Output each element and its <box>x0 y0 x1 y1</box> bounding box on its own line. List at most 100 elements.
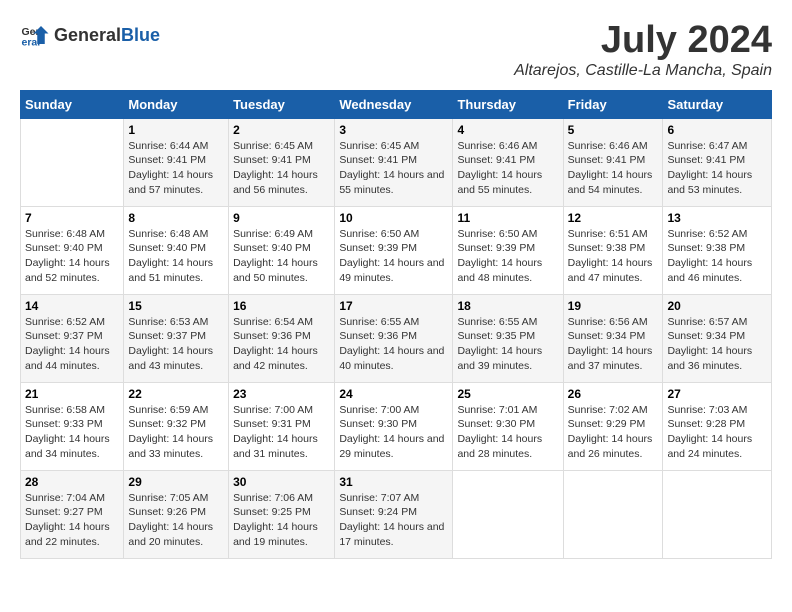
sunset-time: Sunset: 9:37 PM <box>128 330 206 342</box>
sunrise-time: Sunrise: 7:01 AM <box>457 404 537 416</box>
calendar-cell: 12 Sunrise: 6:51 AM Sunset: 9:38 PM Dayl… <box>563 206 663 294</box>
daylight-hours: Daylight: 14 hours and 55 minutes. <box>457 169 542 196</box>
daylight-hours: Daylight: 14 hours and 51 minutes. <box>128 257 213 284</box>
sunset-time: Sunset: 9:39 PM <box>339 242 417 254</box>
day-info: Sunrise: 7:04 AM Sunset: 9:27 PM Dayligh… <box>25 491 119 550</box>
calendar-week-row: 7 Sunrise: 6:48 AM Sunset: 9:40 PM Dayli… <box>21 206 772 294</box>
sunrise-time: Sunrise: 7:00 AM <box>233 404 313 416</box>
day-info: Sunrise: 6:46 AM Sunset: 9:41 PM Dayligh… <box>568 139 659 198</box>
day-number: 8 <box>128 211 224 225</box>
calendar-cell: 30 Sunrise: 7:06 AM Sunset: 9:25 PM Dayl… <box>229 470 335 558</box>
calendar-cell: 15 Sunrise: 6:53 AM Sunset: 9:37 PM Dayl… <box>124 294 229 382</box>
calendar-cell: 19 Sunrise: 6:56 AM Sunset: 9:34 PM Dayl… <box>563 294 663 382</box>
calendar-cell <box>21 118 124 206</box>
title-section: July 2024 Altarejos, Castille-La Mancha,… <box>514 20 772 80</box>
day-number: 24 <box>339 387 448 401</box>
day-info: Sunrise: 7:05 AM Sunset: 9:26 PM Dayligh… <box>128 491 224 550</box>
calendar-cell: 7 Sunrise: 6:48 AM Sunset: 9:40 PM Dayli… <box>21 206 124 294</box>
sunrise-time: Sunrise: 6:46 AM <box>457 140 537 152</box>
calendar-cell: 14 Sunrise: 6:52 AM Sunset: 9:37 PM Dayl… <box>21 294 124 382</box>
sunset-time: Sunset: 9:40 PM <box>128 242 206 254</box>
weekday-header-wednesday: Wednesday <box>335 90 453 118</box>
day-info: Sunrise: 6:54 AM Sunset: 9:36 PM Dayligh… <box>233 315 330 374</box>
daylight-hours: Daylight: 14 hours and 37 minutes. <box>568 345 653 372</box>
day-info: Sunrise: 6:51 AM Sunset: 9:38 PM Dayligh… <box>568 227 659 286</box>
daylight-hours: Daylight: 14 hours and 39 minutes. <box>457 345 542 372</box>
daylight-hours: Daylight: 14 hours and 54 minutes. <box>568 169 653 196</box>
logo-text-general: General <box>54 25 121 46</box>
weekday-header-sunday: Sunday <box>21 90 124 118</box>
daylight-hours: Daylight: 14 hours and 31 minutes. <box>233 433 318 460</box>
day-number: 15 <box>128 299 224 313</box>
sunrise-time: Sunrise: 6:50 AM <box>457 228 537 240</box>
day-info: Sunrise: 6:47 AM Sunset: 9:41 PM Dayligh… <box>667 139 767 198</box>
day-number: 4 <box>457 123 558 137</box>
day-number: 1 <box>128 123 224 137</box>
daylight-hours: Daylight: 14 hours and 19 minutes. <box>233 521 318 548</box>
sunset-time: Sunset: 9:29 PM <box>568 418 646 430</box>
day-number: 6 <box>667 123 767 137</box>
day-info: Sunrise: 6:48 AM Sunset: 9:40 PM Dayligh… <box>128 227 224 286</box>
sunset-time: Sunset: 9:36 PM <box>233 330 311 342</box>
logo: Gen eral GeneralBlue <box>20 20 160 50</box>
sunset-time: Sunset: 9:30 PM <box>339 418 417 430</box>
daylight-hours: Daylight: 14 hours and 22 minutes. <box>25 521 110 548</box>
day-info: Sunrise: 7:03 AM Sunset: 9:28 PM Dayligh… <box>667 403 767 462</box>
day-number: 16 <box>233 299 330 313</box>
day-info: Sunrise: 6:57 AM Sunset: 9:34 PM Dayligh… <box>667 315 767 374</box>
daylight-hours: Daylight: 14 hours and 55 minutes. <box>339 169 444 196</box>
day-info: Sunrise: 6:49 AM Sunset: 9:40 PM Dayligh… <box>233 227 330 286</box>
day-number: 14 <box>25 299 119 313</box>
daylight-hours: Daylight: 14 hours and 50 minutes. <box>233 257 318 284</box>
calendar-cell: 11 Sunrise: 6:50 AM Sunset: 9:39 PM Dayl… <box>453 206 563 294</box>
sunset-time: Sunset: 9:31 PM <box>233 418 311 430</box>
sunrise-time: Sunrise: 6:55 AM <box>339 316 419 328</box>
daylight-hours: Daylight: 14 hours and 36 minutes. <box>667 345 752 372</box>
day-info: Sunrise: 7:00 AM Sunset: 9:31 PM Dayligh… <box>233 403 330 462</box>
sunset-time: Sunset: 9:32 PM <box>128 418 206 430</box>
daylight-hours: Daylight: 14 hours and 34 minutes. <box>25 433 110 460</box>
daylight-hours: Daylight: 14 hours and 29 minutes. <box>339 433 444 460</box>
sunrise-time: Sunrise: 7:00 AM <box>339 404 419 416</box>
logo-text-blue: Blue <box>121 25 160 46</box>
calendar-cell: 31 Sunrise: 7:07 AM Sunset: 9:24 PM Dayl… <box>335 470 453 558</box>
sunset-time: Sunset: 9:24 PM <box>339 506 417 518</box>
weekday-header-monday: Monday <box>124 90 229 118</box>
calendar-cell: 1 Sunrise: 6:44 AM Sunset: 9:41 PM Dayli… <box>124 118 229 206</box>
day-number: 29 <box>128 475 224 489</box>
sunset-time: Sunset: 9:33 PM <box>25 418 103 430</box>
sunset-time: Sunset: 9:41 PM <box>457 154 535 166</box>
day-number: 18 <box>457 299 558 313</box>
day-number: 5 <box>568 123 659 137</box>
day-info: Sunrise: 7:02 AM Sunset: 9:29 PM Dayligh… <box>568 403 659 462</box>
day-info: Sunrise: 6:44 AM Sunset: 9:41 PM Dayligh… <box>128 139 224 198</box>
sunrise-time: Sunrise: 6:45 AM <box>233 140 313 152</box>
calendar-cell: 28 Sunrise: 7:04 AM Sunset: 9:27 PM Dayl… <box>21 470 124 558</box>
sunrise-time: Sunrise: 6:46 AM <box>568 140 648 152</box>
daylight-hours: Daylight: 14 hours and 52 minutes. <box>25 257 110 284</box>
day-number: 21 <box>25 387 119 401</box>
day-info: Sunrise: 6:46 AM Sunset: 9:41 PM Dayligh… <box>457 139 558 198</box>
weekday-header-friday: Friday <box>563 90 663 118</box>
day-number: 25 <box>457 387 558 401</box>
calendar-week-row: 21 Sunrise: 6:58 AM Sunset: 9:33 PM Dayl… <box>21 382 772 470</box>
calendar-cell: 18 Sunrise: 6:55 AM Sunset: 9:35 PM Dayl… <box>453 294 563 382</box>
calendar-cell: 6 Sunrise: 6:47 AM Sunset: 9:41 PM Dayli… <box>663 118 772 206</box>
calendar-cell: 21 Sunrise: 6:58 AM Sunset: 9:33 PM Dayl… <box>21 382 124 470</box>
sunrise-time: Sunrise: 6:50 AM <box>339 228 419 240</box>
day-number: 30 <box>233 475 330 489</box>
day-number: 22 <box>128 387 224 401</box>
sunset-time: Sunset: 9:41 PM <box>233 154 311 166</box>
day-info: Sunrise: 6:55 AM Sunset: 9:35 PM Dayligh… <box>457 315 558 374</box>
day-info: Sunrise: 7:06 AM Sunset: 9:25 PM Dayligh… <box>233 491 330 550</box>
calendar-cell: 16 Sunrise: 6:54 AM Sunset: 9:36 PM Dayl… <box>229 294 335 382</box>
sunrise-time: Sunrise: 6:44 AM <box>128 140 208 152</box>
sunset-time: Sunset: 9:38 PM <box>568 242 646 254</box>
calendar-cell: 4 Sunrise: 6:46 AM Sunset: 9:41 PM Dayli… <box>453 118 563 206</box>
sunrise-time: Sunrise: 6:58 AM <box>25 404 105 416</box>
daylight-hours: Daylight: 14 hours and 49 minutes. <box>339 257 444 284</box>
calendar-cell: 3 Sunrise: 6:45 AM Sunset: 9:41 PM Dayli… <box>335 118 453 206</box>
day-info: Sunrise: 6:55 AM Sunset: 9:36 PM Dayligh… <box>339 315 448 374</box>
calendar-cell: 29 Sunrise: 7:05 AM Sunset: 9:26 PM Dayl… <box>124 470 229 558</box>
sunset-time: Sunset: 9:39 PM <box>457 242 535 254</box>
